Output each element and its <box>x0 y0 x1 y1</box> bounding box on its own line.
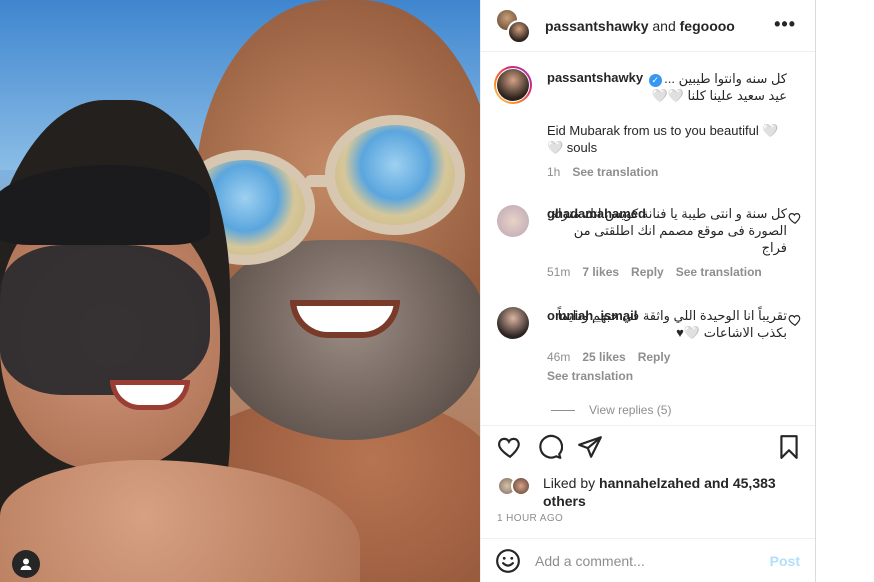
post-comment-button[interactable]: Post <box>770 553 800 569</box>
reply-button[interactable]: Reply <box>638 349 671 366</box>
comment-meta: 51m 7 likes Reply See translation <box>547 264 787 281</box>
comment-likes[interactable]: 25 likes <box>582 349 625 366</box>
tagged-users-button[interactable] <box>12 550 40 578</box>
caption-username[interactable]: passantshawky <box>547 70 643 85</box>
see-translation-link[interactable]: See translation <box>572 164 658 181</box>
comment-body: omniah_ismail تقريباً انا الوحيدة اللي و… <box>547 307 787 385</box>
add-comment-bar: Post <box>481 538 816 582</box>
photo-woman-visor <box>0 165 210 245</box>
bookmark-icon[interactable] <box>776 434 802 460</box>
see-translation-link[interactable]: See translation <box>547 368 787 385</box>
comment-text: تقريباً انا الوحيدة اللي واثقة في حبهم و… <box>557 308 787 340</box>
avatar[interactable] <box>507 19 531 44</box>
caption-line-ar2: عيد سعيد علينا كلنا 🤍🤍 <box>651 88 787 103</box>
photo-sunglasses-bridge <box>305 175 335 187</box>
photo-sunglasses-lens-right <box>325 115 465 235</box>
more-horizontal-icon: ••• <box>774 14 796 34</box>
divider <box>551 409 575 411</box>
authors-joiner: and <box>652 17 676 34</box>
avatar[interactable] <box>497 205 529 237</box>
comment-icon[interactable] <box>537 434 563 460</box>
comment-like-heart-icon[interactable] <box>788 211 802 225</box>
caption-time: 1h <box>547 165 561 179</box>
post-photo[interactable] <box>0 0 480 582</box>
likers-avatars <box>497 476 537 496</box>
avatar[interactable] <box>497 69 529 101</box>
liker-username[interactable]: hannahelzahed <box>599 475 700 491</box>
avatar[interactable] <box>497 307 529 339</box>
user-icon <box>20 558 32 570</box>
comment-text: كل سنة و انتى طيبة يا فنانة كويس انك منز… <box>550 206 787 255</box>
comment-time: 51m <box>547 265 571 279</box>
comment-time: 46m <box>547 350 571 364</box>
photo-woman-sunglasses <box>0 245 210 395</box>
caption-line-en: Eid Mubarak from us to you beautiful 🤍🤍 … <box>547 123 779 155</box>
comment-body: ghadamahamed كل سنة و انتى طيبة يا فنانة… <box>547 205 787 281</box>
page-background-right <box>815 0 874 582</box>
comment-input[interactable] <box>535 552 755 569</box>
reply-button[interactable]: Reply <box>631 264 664 281</box>
likes-text: Liked by hannahelzahed and 45,383 others <box>543 474 798 510</box>
post-timestamp[interactable]: 1 HOUR AGO <box>497 513 563 524</box>
emoji-icon[interactable] <box>495 548 521 574</box>
author-username[interactable]: passantshawky <box>545 18 649 34</box>
photo-man-beard <box>215 240 480 440</box>
comment-likes[interactable]: 7 likes <box>582 264 619 281</box>
avatar[interactable] <box>511 476 531 496</box>
caption-body: passantshawky ✓ كل سنه وانتوا طيبين ... … <box>547 69 787 181</box>
share-icon[interactable] <box>577 434 603 460</box>
comment-item: omniah_ismail تقريباً انا الوحيدة اللي و… <box>497 307 802 387</box>
verified-badge-icon: ✓ <box>648 74 662 87</box>
comment-like-heart-icon[interactable] <box>788 313 802 327</box>
post-details-panel: passantshawky and fegoooo ••• passantsha… <box>480 0 816 582</box>
liked-by-prefix: Liked by <box>543 475 596 491</box>
action-bar <box>481 425 816 467</box>
see-translation-link[interactable]: See translation <box>676 264 762 281</box>
comments-list: passantshawky ✓ كل سنه وانتوا طيبين ... … <box>481 53 816 425</box>
view-replies-button[interactable]: View replies (5) <box>551 403 671 417</box>
post-authors: passantshawky and fegoooo <box>545 18 735 34</box>
heart-icon[interactable] <box>497 434 523 460</box>
caption-item: passantshawky ✓ كل سنه وانتوا طيبين ... … <box>494 66 802 189</box>
post-header: passantshawky and fegoooo ••• <box>481 0 816 52</box>
comment-item: ghadamahamed كل سنة و انتى طيبة يا فنانة… <box>497 205 802 285</box>
comment-meta: 46m 25 likes Reply <box>547 349 787 366</box>
view-replies-label: View replies (5) <box>589 403 672 417</box>
author-username[interactable]: fegoooo <box>680 18 735 34</box>
header-avatars[interactable] <box>495 7 531 44</box>
caption-meta: 1h See translation <box>547 164 787 181</box>
more-options-button[interactable]: ••• <box>774 14 796 35</box>
